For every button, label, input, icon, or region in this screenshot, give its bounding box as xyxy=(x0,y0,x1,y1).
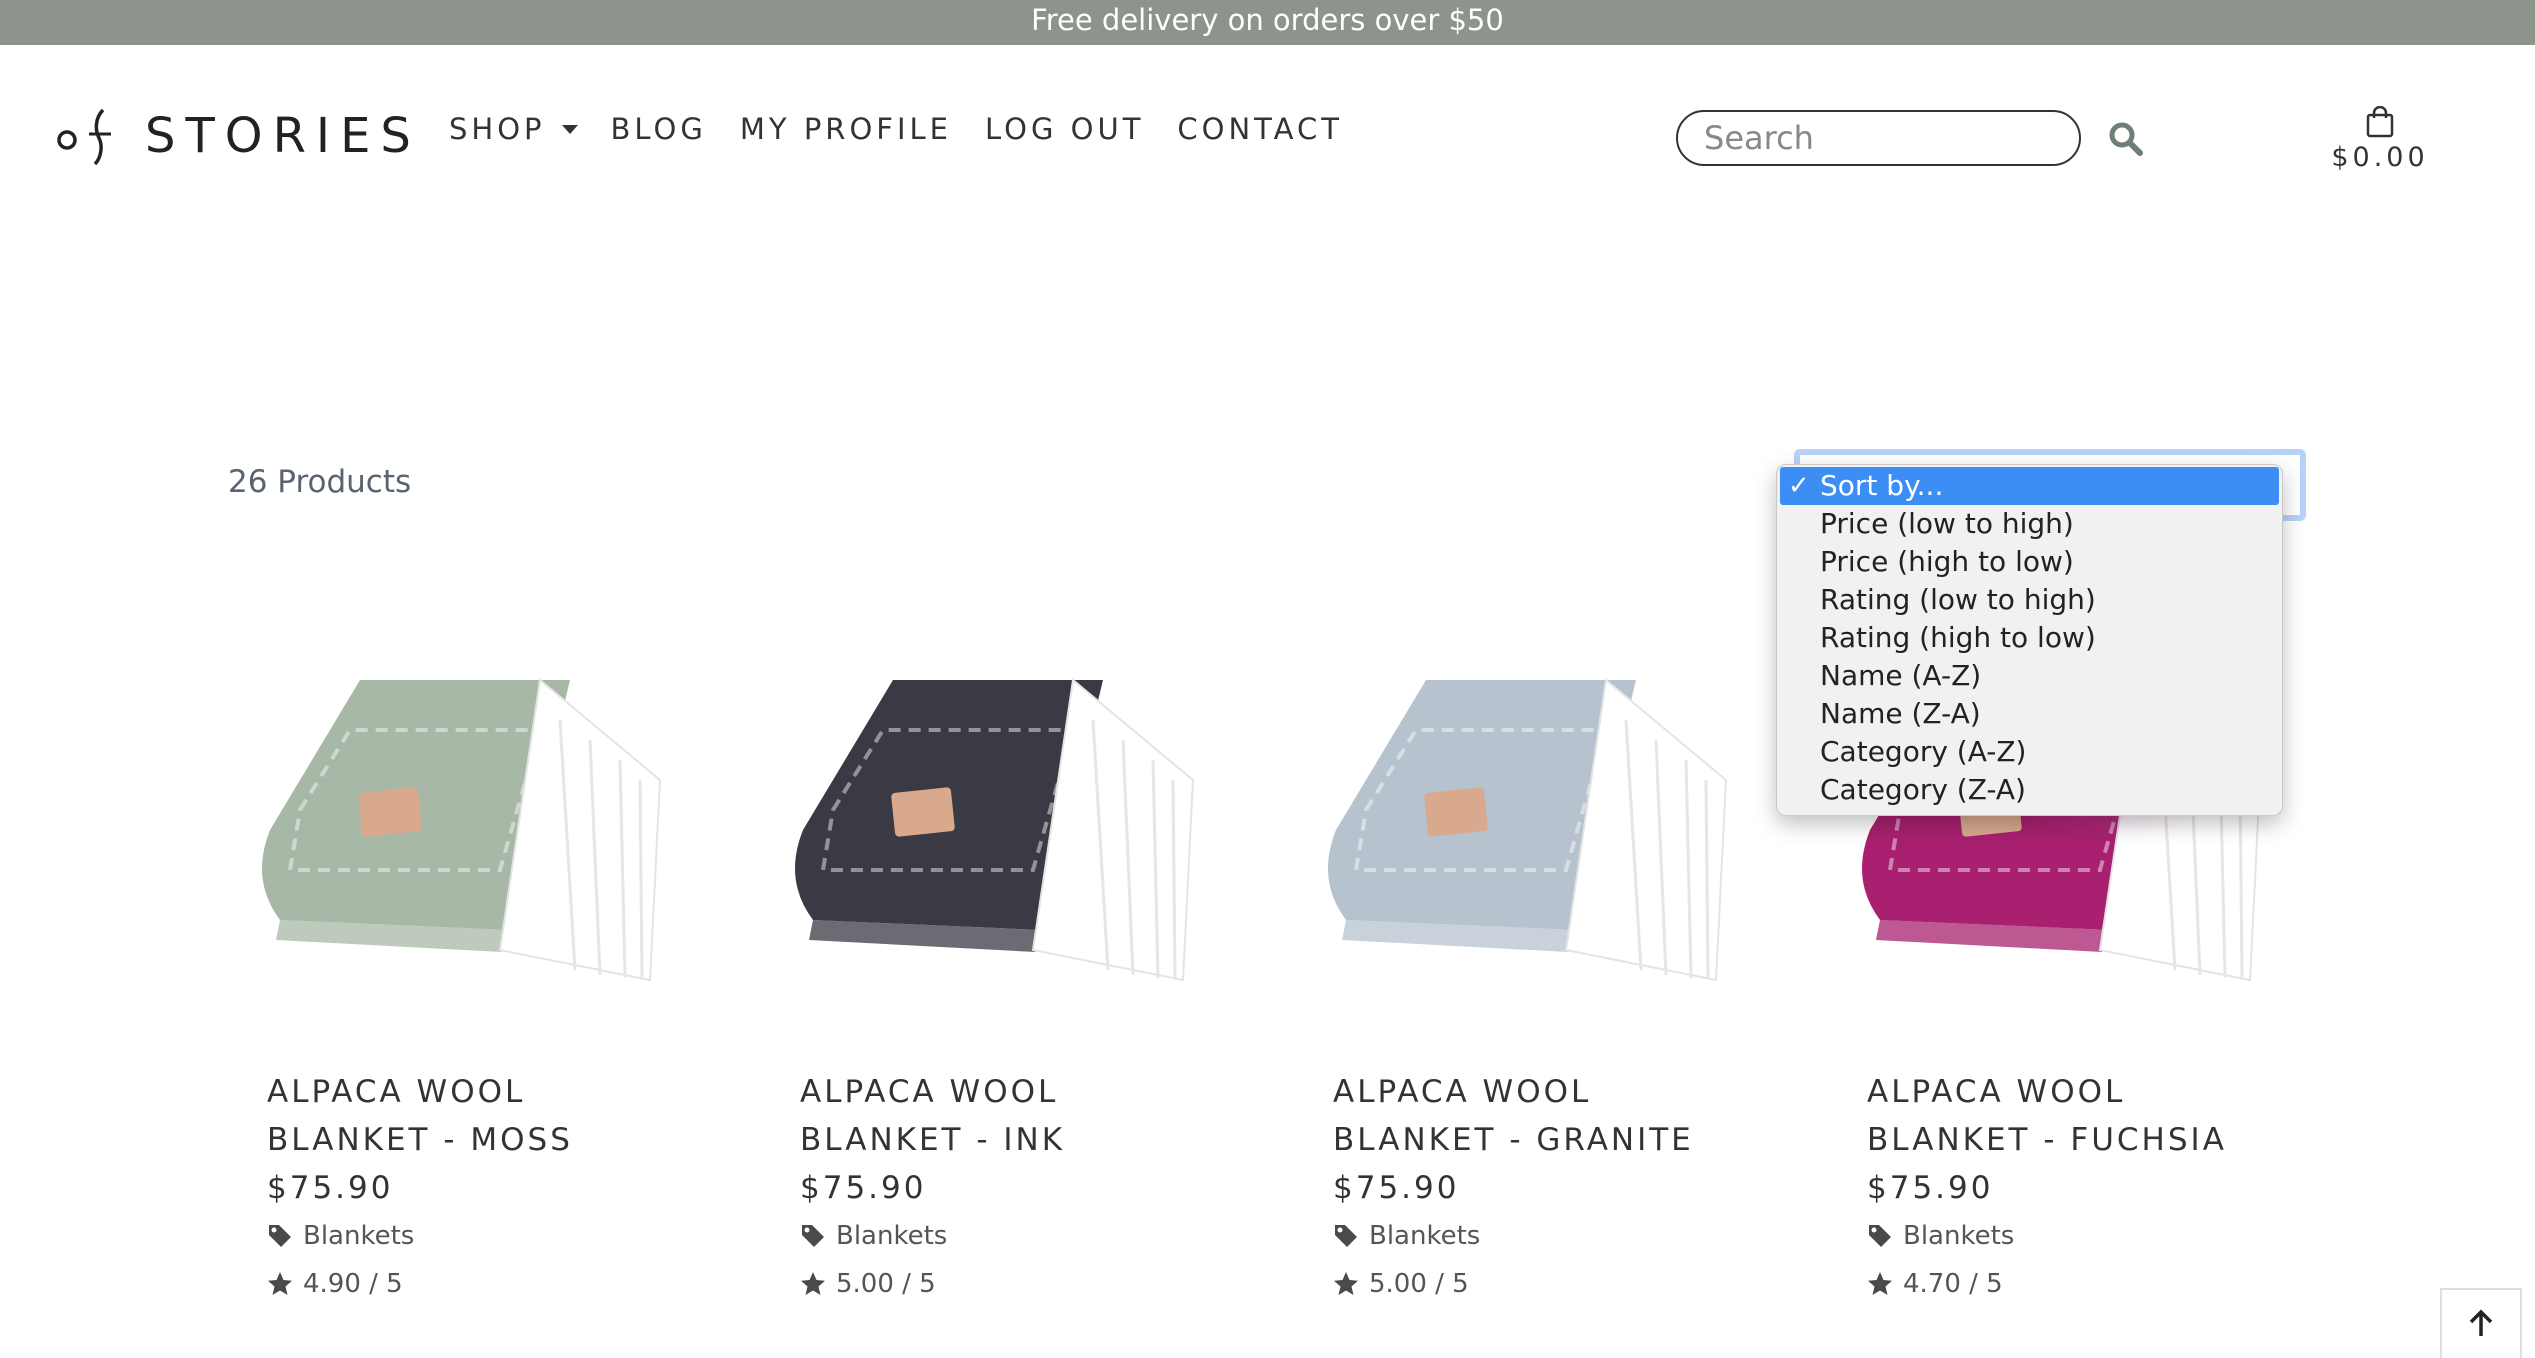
product-name-line1[interactable]: ALPACA WOOL xyxy=(267,1068,717,1116)
checkmark-icon: ✓ xyxy=(1788,471,1810,501)
product-price: $75.90 xyxy=(1333,1170,1460,1206)
product-card[interactable]: ALPACA WOOL BLANKET - MOSS $75.90 Blankets 4… xyxy=(267,1068,717,1308)
product-name-line2[interactable]: BLANKET - MOSS xyxy=(267,1116,717,1164)
product-name-line2[interactable]: BLANKET - INK xyxy=(800,1116,1250,1164)
search-button[interactable] xyxy=(2108,121,2144,157)
main-nav: SHOP BLOG MY PROFILE LOG OUT CONTACT xyxy=(449,112,1376,146)
product-image[interactable] xyxy=(773,640,1203,1020)
star-icon xyxy=(268,1272,292,1295)
star-icon xyxy=(1868,1272,1892,1295)
product-rating: 4.90 / 5 xyxy=(267,1260,717,1308)
product-image[interactable] xyxy=(240,640,670,1020)
tag-icon xyxy=(269,1225,291,1247)
product-category-label: Blankets xyxy=(1903,1221,2015,1251)
product-rating: 5.00 / 5 xyxy=(1333,1260,1783,1308)
sort-option[interactable]: ✓ Sort by... xyxy=(1780,467,2279,505)
sort-option-label: Name (Z-A) xyxy=(1820,697,1981,730)
product-category-label: Blankets xyxy=(303,1221,415,1251)
cart-total: $0.00 xyxy=(2331,142,2429,173)
sort-option[interactable]: Rating (high to low) xyxy=(1777,619,2282,657)
product-category-label: Blankets xyxy=(1369,1221,1481,1251)
product-name-line2[interactable]: BLANKET - FUCHSIA xyxy=(1867,1116,2317,1164)
arrow-up-icon xyxy=(2469,1309,2493,1336)
product-category[interactable]: Blankets xyxy=(1333,1212,1783,1260)
site-logo[interactable]: STORIES xyxy=(55,104,421,168)
search-icon xyxy=(2109,122,2143,156)
nav-shop[interactable]: SHOP xyxy=(449,112,578,146)
sort-dropdown[interactable]: ✓ Sort by... Price (low to high) Price (hig… xyxy=(1776,464,2283,816)
sort-option-label: Sort by... xyxy=(1820,469,1944,502)
sort-option[interactable]: Category (A-Z) xyxy=(1777,733,2282,771)
sort-option-label: Rating (high to low) xyxy=(1820,621,2096,654)
sort-option[interactable]: Category (Z-A) xyxy=(1777,771,2282,809)
chevron-down-icon xyxy=(561,124,578,134)
promo-banner: Free delivery on orders over $50 xyxy=(0,0,2535,45)
sort-option-label: Category (Z-A) xyxy=(1820,773,2026,806)
tag-icon xyxy=(1335,1225,1357,1247)
search-input[interactable] xyxy=(1676,110,2081,166)
product-card[interactable]: ALPACA WOOL BLANKET - GRANITE $75.90 Blanke… xyxy=(1333,1068,1783,1308)
sort-option[interactable]: Rating (low to high) xyxy=(1777,581,2282,619)
sort-option-label: Price (high to low) xyxy=(1820,545,2074,578)
tag-icon xyxy=(1869,1225,1891,1247)
product-category[interactable]: Blankets xyxy=(1867,1212,2317,1260)
product-category[interactable]: Blankets xyxy=(267,1212,717,1260)
product-rating-value: 5.00 / 5 xyxy=(836,1269,936,1299)
sort-option-label: Rating (low to high) xyxy=(1820,583,2096,616)
star-icon xyxy=(801,1272,825,1295)
product-rating-value: 4.70 / 5 xyxy=(1903,1269,2003,1299)
back-to-top-button[interactable] xyxy=(2440,1288,2522,1358)
product-name-line1[interactable]: ALPACA WOOL xyxy=(1867,1068,2317,1116)
product-image[interactable] xyxy=(1306,640,1736,1020)
product-name-line2[interactable]: BLANKET - GRANITE xyxy=(1333,1116,1783,1164)
product-name-line1[interactable]: ALPACA WOOL xyxy=(1333,1068,1783,1116)
nav-contact[interactable]: CONTACT xyxy=(1177,112,1343,146)
nav-shop-label: SHOP xyxy=(449,112,546,146)
sort-option[interactable]: Price (high to low) xyxy=(1777,543,2282,581)
sort-option-label: Name (A-Z) xyxy=(1820,659,1982,692)
product-price: $75.90 xyxy=(1867,1170,1994,1206)
shopping-bag-icon xyxy=(2366,106,2394,138)
product-name-line1[interactable]: ALPACA WOOL xyxy=(800,1068,1250,1116)
sort-option-label: Price (low to high) xyxy=(1820,507,2074,540)
logo-mark-icon xyxy=(57,108,111,166)
product-count: 26 Products xyxy=(228,464,412,500)
blanket-image xyxy=(262,678,662,982)
tag-icon xyxy=(802,1225,824,1247)
product-price: $75.90 xyxy=(800,1170,927,1206)
sort-option-label: Category (A-Z) xyxy=(1820,735,2027,768)
sort-option[interactable]: Price (low to high) xyxy=(1777,505,2282,543)
product-card[interactable]: ALPACA WOOL BLANKET - FUCHSIA $75.90 Blanke… xyxy=(1867,1068,2317,1308)
blanket-image xyxy=(1328,678,1728,982)
cart-button[interactable]: $0.00 xyxy=(2300,106,2460,173)
product-price: $75.90 xyxy=(267,1170,394,1206)
sort-option[interactable]: Name (A-Z) xyxy=(1777,657,2282,695)
product-rating: 4.70 / 5 xyxy=(1867,1260,2317,1308)
nav-my-profile[interactable]: MY PROFILE xyxy=(740,112,952,146)
blanket-image xyxy=(795,678,1195,982)
nav-log-out[interactable]: LOG OUT xyxy=(985,112,1144,146)
product-rating: 5.00 / 5 xyxy=(800,1260,1250,1308)
sort-option[interactable]: Name (Z-A) xyxy=(1777,695,2282,733)
product-rating-value: 4.90 / 5 xyxy=(303,1269,403,1299)
product-category-label: Blankets xyxy=(836,1221,948,1251)
product-card[interactable]: ALPACA WOOL BLANKET - INK $75.90 Blankets 5.… xyxy=(800,1068,1250,1308)
promo-banner-text: Free delivery on orders over $50 xyxy=(1031,3,1504,37)
product-category[interactable]: Blankets xyxy=(800,1212,1250,1260)
product-rating-value: 5.00 / 5 xyxy=(1369,1269,1469,1299)
star-icon xyxy=(1334,1272,1358,1295)
logo-wordmark: STORIES xyxy=(145,108,421,164)
nav-blog[interactable]: BLOG xyxy=(611,112,707,146)
